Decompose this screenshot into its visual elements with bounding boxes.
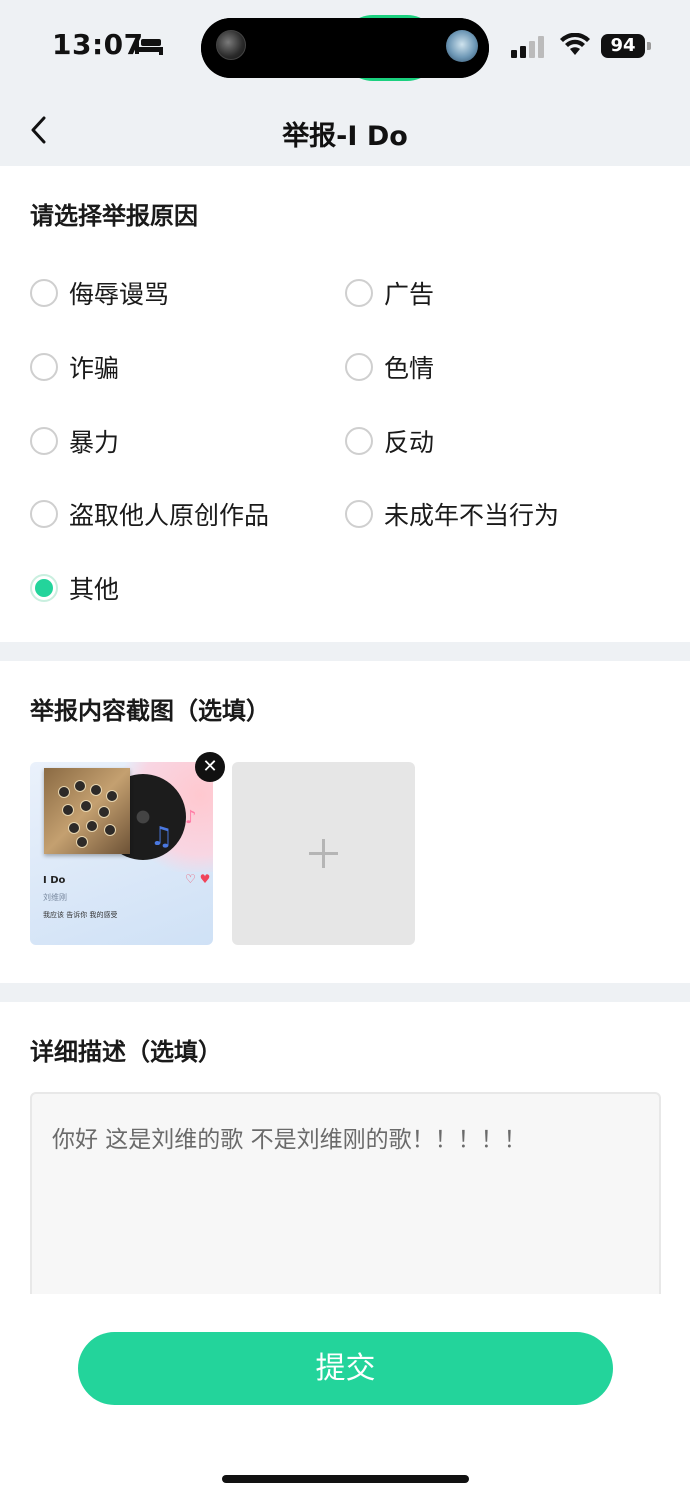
reason-option-fraud[interactable]: 诈骗	[30, 347, 119, 387]
now-playing-artwork-icon[interactable]	[216, 30, 246, 60]
reason-label: 色情	[384, 354, 435, 383]
wifi-icon	[560, 33, 590, 55]
reason-option-ad[interactable]: 广告	[345, 273, 434, 313]
radio-button[interactable]	[30, 353, 58, 381]
reason-option-plagiarism[interactable]: 盗取他人原创作品	[30, 494, 269, 534]
radio-button[interactable]	[30, 279, 58, 307]
thumb-lyric: 我应该 告诉你 我的感受	[43, 911, 118, 919]
radio-button[interactable]	[345, 500, 373, 528]
battery-icon: 94	[601, 34, 651, 58]
add-screenshot-button[interactable]	[232, 762, 415, 945]
reason-label: 反动	[384, 428, 435, 457]
bottom-bar: 提交	[0, 1294, 690, 1496]
description-value: 你好 这是刘维的歌 不是刘维刚的歌！！！！！	[52, 1127, 527, 1153]
cellular-signal-icon	[511, 36, 544, 58]
reason-option-reactionary[interactable]: 反动	[345, 421, 434, 461]
thumb-artist: 刘维刚	[43, 893, 67, 902]
radio-button[interactable]	[30, 427, 58, 455]
reason-label: 未成年不当行为	[384, 501, 560, 530]
radio-button[interactable]	[30, 500, 58, 528]
reason-label: 侮辱谩骂	[69, 280, 170, 309]
radio-button[interactable]	[345, 279, 373, 307]
radio-button-selected[interactable]	[30, 574, 58, 602]
reason-label: 盗取他人原创作品	[69, 501, 270, 530]
thumb-song-title: I Do	[43, 875, 66, 886]
reason-label: 广告	[384, 280, 435, 309]
nav-bar: 举报-I Do	[0, 96, 690, 166]
reason-option-minor-misconduct[interactable]: 未成年不当行为	[345, 494, 559, 534]
radio-button[interactable]	[345, 353, 373, 381]
music-note-icon: ♫	[150, 822, 174, 852]
battery-level: 94	[601, 34, 645, 58]
radio-button[interactable]	[345, 427, 373, 455]
reason-option-violence[interactable]: 暴力	[30, 421, 119, 461]
reason-option-porn[interactable]: 色情	[345, 347, 434, 387]
sleep-focus-icon	[135, 39, 163, 55]
reason-label: 暴力	[69, 428, 120, 457]
report-reason-section: 请选择举报原因 侮辱谩骂 广告 诈骗 色情 暴力 反动 盗取他人原创作品 未成年…	[0, 166, 690, 642]
screenshot-section: 举报内容截图（选填） ♫ ♪ I Do 刘维刚 我应该 告诉你 我的感受 ♡ ♥…	[0, 661, 690, 983]
reason-option-insult[interactable]: 侮辱谩骂	[30, 273, 169, 313]
status-bar: 13:07 94	[0, 0, 690, 96]
remove-screenshot-button[interactable]: ✕	[195, 752, 225, 782]
activity-avatar-icon[interactable]	[446, 30, 478, 62]
submit-button[interactable]: 提交	[78, 1332, 613, 1405]
description-section: 详细描述（选填） 你好 这是刘维的歌 不是刘维刚的歌！！！！！	[0, 1002, 690, 1352]
album-cover-image	[44, 768, 130, 854]
page-title: 举报-I Do	[282, 121, 408, 152]
status-time: 13:07	[52, 28, 144, 61]
heart-icon: ♡ ♥	[185, 872, 211, 886]
reason-option-other[interactable]: 其他	[30, 568, 119, 608]
reason-label: 其他	[69, 575, 120, 604]
music-note-icon: ♪	[185, 807, 197, 828]
home-indicator	[222, 1475, 469, 1483]
description-section-title: 详细描述（选填）	[30, 1038, 222, 1066]
reason-label: 诈骗	[69, 354, 120, 383]
screenshot-thumbnail[interactable]: ♫ ♪ I Do 刘维刚 我应该 告诉你 我的感受 ♡ ♥	[30, 762, 213, 945]
screenshot-section-title: 举报内容截图（选填）	[30, 697, 270, 725]
reason-section-title: 请选择举报原因	[30, 202, 198, 230]
